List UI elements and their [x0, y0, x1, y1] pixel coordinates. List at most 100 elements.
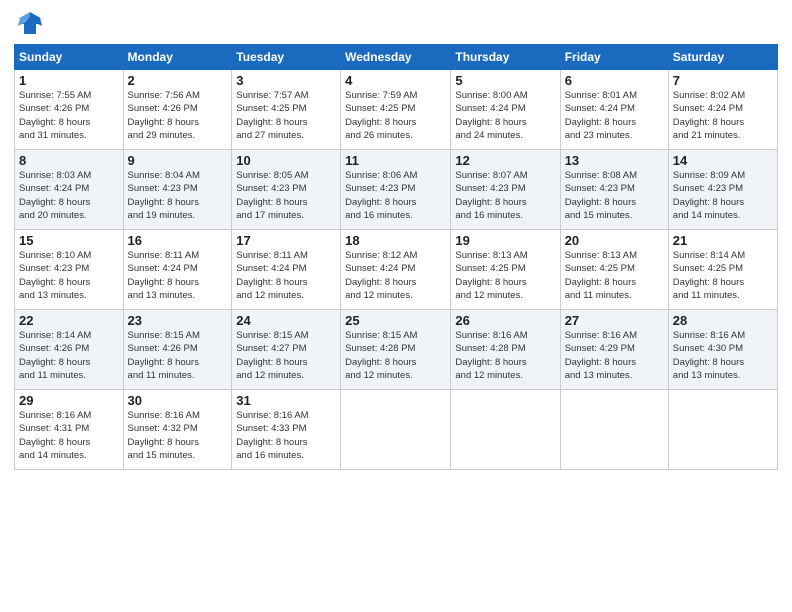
- day-info: Sunrise: 8:14 AM Sunset: 4:25 PM Dayligh…: [673, 249, 773, 302]
- day-cell: [451, 390, 560, 470]
- day-info: Sunrise: 8:16 AM Sunset: 4:31 PM Dayligh…: [19, 409, 119, 462]
- day-cell: 21Sunrise: 8:14 AM Sunset: 4:25 PM Dayli…: [668, 230, 777, 310]
- weekday-header-tuesday: Tuesday: [232, 45, 341, 70]
- day-cell: 29Sunrise: 8:16 AM Sunset: 4:31 PM Dayli…: [15, 390, 124, 470]
- week-row-1: 1Sunrise: 7:55 AM Sunset: 4:26 PM Daylig…: [15, 70, 778, 150]
- day-cell: 11Sunrise: 8:06 AM Sunset: 4:23 PM Dayli…: [341, 150, 451, 230]
- day-info: Sunrise: 8:15 AM Sunset: 4:28 PM Dayligh…: [345, 329, 446, 382]
- weekday-header-wednesday: Wednesday: [341, 45, 451, 70]
- day-info: Sunrise: 8:11 AM Sunset: 4:24 PM Dayligh…: [236, 249, 336, 302]
- day-cell: 26Sunrise: 8:16 AM Sunset: 4:28 PM Dayli…: [451, 310, 560, 390]
- day-number: 12: [455, 153, 555, 168]
- day-number: 10: [236, 153, 336, 168]
- day-cell: 7Sunrise: 8:02 AM Sunset: 4:24 PM Daylig…: [668, 70, 777, 150]
- day-info: Sunrise: 8:13 AM Sunset: 4:25 PM Dayligh…: [455, 249, 555, 302]
- day-cell: 15Sunrise: 8:10 AM Sunset: 4:23 PM Dayli…: [15, 230, 124, 310]
- day-info: Sunrise: 7:57 AM Sunset: 4:25 PM Dayligh…: [236, 89, 336, 142]
- day-cell: 24Sunrise: 8:15 AM Sunset: 4:27 PM Dayli…: [232, 310, 341, 390]
- day-cell: 12Sunrise: 8:07 AM Sunset: 4:23 PM Dayli…: [451, 150, 560, 230]
- day-cell: 22Sunrise: 8:14 AM Sunset: 4:26 PM Dayli…: [15, 310, 124, 390]
- day-cell: 20Sunrise: 8:13 AM Sunset: 4:25 PM Dayli…: [560, 230, 668, 310]
- day-info: Sunrise: 8:14 AM Sunset: 4:26 PM Dayligh…: [19, 329, 119, 382]
- day-number: 11: [345, 153, 446, 168]
- day-number: 24: [236, 313, 336, 328]
- day-number: 21: [673, 233, 773, 248]
- day-cell: 17Sunrise: 8:11 AM Sunset: 4:24 PM Dayli…: [232, 230, 341, 310]
- day-number: 25: [345, 313, 446, 328]
- week-row-4: 22Sunrise: 8:14 AM Sunset: 4:26 PM Dayli…: [15, 310, 778, 390]
- day-number: 7: [673, 73, 773, 88]
- calendar-table: SundayMondayTuesdayWednesdayThursdayFrid…: [14, 44, 778, 470]
- day-number: 26: [455, 313, 555, 328]
- day-info: Sunrise: 8:11 AM Sunset: 4:24 PM Dayligh…: [128, 249, 228, 302]
- day-info: Sunrise: 8:07 AM Sunset: 4:23 PM Dayligh…: [455, 169, 555, 222]
- day-number: 6: [565, 73, 664, 88]
- calendar-body: 1Sunrise: 7:55 AM Sunset: 4:26 PM Daylig…: [15, 70, 778, 470]
- day-number: 29: [19, 393, 119, 408]
- day-cell: [560, 390, 668, 470]
- day-number: 20: [565, 233, 664, 248]
- day-info: Sunrise: 8:05 AM Sunset: 4:23 PM Dayligh…: [236, 169, 336, 222]
- day-number: 14: [673, 153, 773, 168]
- day-info: Sunrise: 8:00 AM Sunset: 4:24 PM Dayligh…: [455, 89, 555, 142]
- day-info: Sunrise: 8:16 AM Sunset: 4:28 PM Dayligh…: [455, 329, 555, 382]
- day-number: 27: [565, 313, 664, 328]
- day-cell: 5Sunrise: 8:00 AM Sunset: 4:24 PM Daylig…: [451, 70, 560, 150]
- day-cell: 3Sunrise: 7:57 AM Sunset: 4:25 PM Daylig…: [232, 70, 341, 150]
- day-cell: 4Sunrise: 7:59 AM Sunset: 4:25 PM Daylig…: [341, 70, 451, 150]
- day-number: 9: [128, 153, 228, 168]
- day-number: 4: [345, 73, 446, 88]
- weekday-row: SundayMondayTuesdayWednesdayThursdayFrid…: [15, 45, 778, 70]
- day-info: Sunrise: 8:13 AM Sunset: 4:25 PM Dayligh…: [565, 249, 664, 302]
- day-cell: 16Sunrise: 8:11 AM Sunset: 4:24 PM Dayli…: [123, 230, 232, 310]
- day-info: Sunrise: 8:04 AM Sunset: 4:23 PM Dayligh…: [128, 169, 228, 222]
- day-info: Sunrise: 8:06 AM Sunset: 4:23 PM Dayligh…: [345, 169, 446, 222]
- header: [14, 10, 778, 38]
- day-info: Sunrise: 8:12 AM Sunset: 4:24 PM Dayligh…: [345, 249, 446, 302]
- day-number: 18: [345, 233, 446, 248]
- day-info: Sunrise: 8:16 AM Sunset: 4:29 PM Dayligh…: [565, 329, 664, 382]
- day-number: 13: [565, 153, 664, 168]
- page-container: SundayMondayTuesdayWednesdayThursdayFrid…: [0, 0, 792, 480]
- logo: [14, 10, 50, 38]
- day-number: 22: [19, 313, 119, 328]
- day-number: 19: [455, 233, 555, 248]
- day-cell: 2Sunrise: 7:56 AM Sunset: 4:26 PM Daylig…: [123, 70, 232, 150]
- day-cell: 8Sunrise: 8:03 AM Sunset: 4:24 PM Daylig…: [15, 150, 124, 230]
- weekday-header-saturday: Saturday: [668, 45, 777, 70]
- day-cell: 23Sunrise: 8:15 AM Sunset: 4:26 PM Dayli…: [123, 310, 232, 390]
- day-info: Sunrise: 8:15 AM Sunset: 4:27 PM Dayligh…: [236, 329, 336, 382]
- day-number: 3: [236, 73, 336, 88]
- day-cell: 9Sunrise: 8:04 AM Sunset: 4:23 PM Daylig…: [123, 150, 232, 230]
- day-info: Sunrise: 8:16 AM Sunset: 4:30 PM Dayligh…: [673, 329, 773, 382]
- day-cell: 19Sunrise: 8:13 AM Sunset: 4:25 PM Dayli…: [451, 230, 560, 310]
- day-info: Sunrise: 8:03 AM Sunset: 4:24 PM Dayligh…: [19, 169, 119, 222]
- day-info: Sunrise: 8:01 AM Sunset: 4:24 PM Dayligh…: [565, 89, 664, 142]
- week-row-3: 15Sunrise: 8:10 AM Sunset: 4:23 PM Dayli…: [15, 230, 778, 310]
- weekday-header-monday: Monday: [123, 45, 232, 70]
- week-row-2: 8Sunrise: 8:03 AM Sunset: 4:24 PM Daylig…: [15, 150, 778, 230]
- weekday-header-thursday: Thursday: [451, 45, 560, 70]
- day-info: Sunrise: 7:55 AM Sunset: 4:26 PM Dayligh…: [19, 89, 119, 142]
- day-number: 15: [19, 233, 119, 248]
- day-cell: 6Sunrise: 8:01 AM Sunset: 4:24 PM Daylig…: [560, 70, 668, 150]
- day-cell: 30Sunrise: 8:16 AM Sunset: 4:32 PM Dayli…: [123, 390, 232, 470]
- day-number: 23: [128, 313, 228, 328]
- day-cell: 31Sunrise: 8:16 AM Sunset: 4:33 PM Dayli…: [232, 390, 341, 470]
- day-info: Sunrise: 8:10 AM Sunset: 4:23 PM Dayligh…: [19, 249, 119, 302]
- weekday-header-sunday: Sunday: [15, 45, 124, 70]
- day-info: Sunrise: 8:08 AM Sunset: 4:23 PM Dayligh…: [565, 169, 664, 222]
- day-info: Sunrise: 7:56 AM Sunset: 4:26 PM Dayligh…: [128, 89, 228, 142]
- day-cell: [341, 390, 451, 470]
- day-number: 2: [128, 73, 228, 88]
- day-number: 28: [673, 313, 773, 328]
- day-cell: 28Sunrise: 8:16 AM Sunset: 4:30 PM Dayli…: [668, 310, 777, 390]
- day-number: 16: [128, 233, 228, 248]
- day-number: 30: [128, 393, 228, 408]
- day-cell: 10Sunrise: 8:05 AM Sunset: 4:23 PM Dayli…: [232, 150, 341, 230]
- day-cell: 18Sunrise: 8:12 AM Sunset: 4:24 PM Dayli…: [341, 230, 451, 310]
- day-info: Sunrise: 8:09 AM Sunset: 4:23 PM Dayligh…: [673, 169, 773, 222]
- day-number: 1: [19, 73, 119, 88]
- weekday-header-friday: Friday: [560, 45, 668, 70]
- day-info: Sunrise: 8:16 AM Sunset: 4:32 PM Dayligh…: [128, 409, 228, 462]
